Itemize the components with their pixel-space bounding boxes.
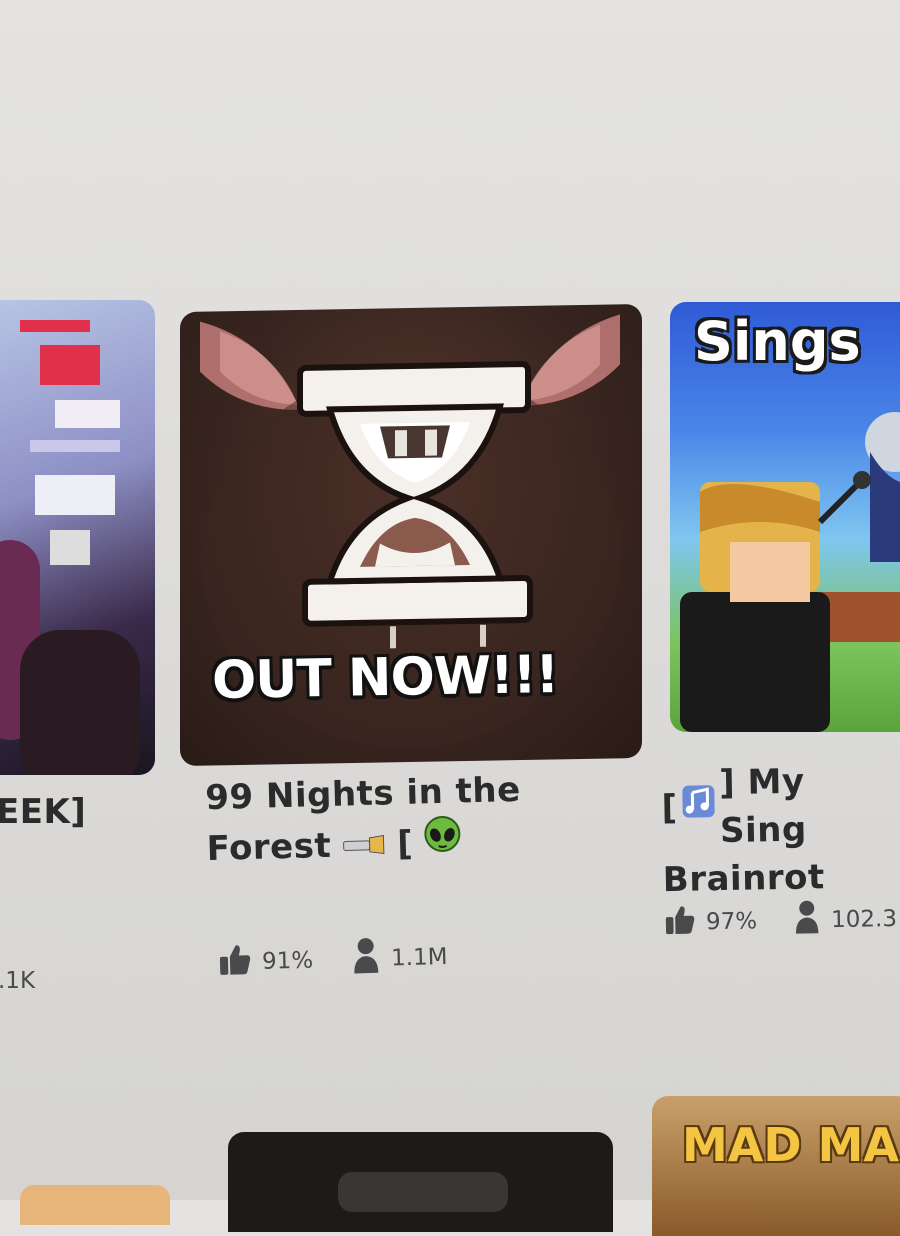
game-title-line2: Forest [206, 821, 332, 872]
game-title-left[interactable]: EEK] [0, 788, 86, 836]
rating-right: 97% [706, 908, 758, 935]
flashlight-icon [341, 820, 388, 869]
game-title-line1: 99 Nights in the [205, 766, 522, 822]
stats-right: 97% 102.3 [664, 898, 898, 944]
title-right-line1: ] My Sing [719, 756, 900, 855]
player-count-left: .1K [0, 968, 35, 994]
game-title-99-nights[interactable]: 99 Nights in the Forest [ [205, 766, 523, 875]
thumbs-up-icon [664, 903, 697, 942]
stats-99-nights: 91% 1.1M [217, 935, 448, 985]
game-thumbnail-left[interactable] [0, 300, 155, 775]
player-icon [793, 899, 822, 941]
thumbs-up-icon [218, 942, 253, 983]
player-icon [351, 937, 382, 982]
thumbnail-mad-text: MAD MA [682, 1118, 899, 1172]
game-thumbnail-bottom-center[interactable] [228, 1132, 613, 1232]
music-note-icon [681, 783, 716, 832]
title-right-bracket-open: [ [661, 784, 678, 832]
players-left: .1K [0, 968, 35, 994]
game-thumbnail-bottom-left[interactable] [20, 1185, 170, 1225]
thumbnail-out-now-text: OUT NOW!!! [212, 645, 559, 711]
players-99-nights: 1.1M [391, 944, 448, 971]
title-bracket: [ [397, 819, 414, 867]
rating-99-nights: 91% [262, 948, 314, 975]
title-right-line2: Brainrot [662, 852, 900, 904]
players-right: 102.3 [831, 906, 897, 933]
thumbnail-sings-text: Sings [694, 310, 861, 373]
alien-emoji-icon [422, 815, 461, 869]
game-title-right[interactable]: [ ] My Sing Brainrot [661, 756, 900, 904]
